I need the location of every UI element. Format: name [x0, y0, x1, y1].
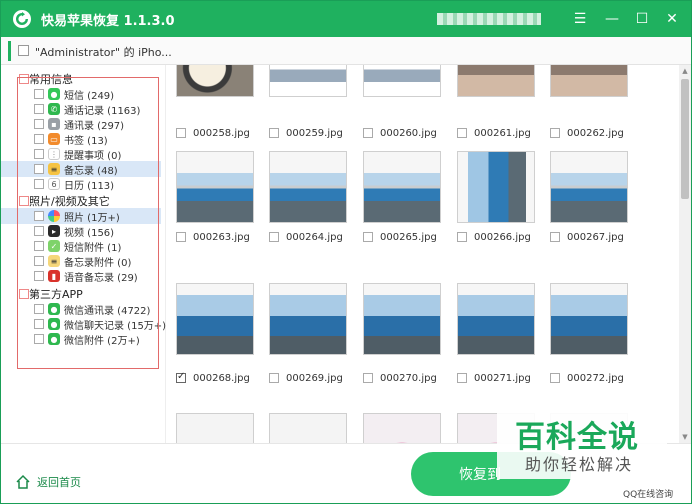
scroll-up-icon[interactable]: ▲	[679, 65, 691, 77]
maximize-button[interactable]: ☐	[631, 7, 653, 31]
photo-checkbox[interactable]	[363, 232, 373, 242]
photo-filename: 000266.jpg	[474, 231, 531, 243]
menu-button[interactable]: ☰	[569, 7, 591, 31]
photo-grid: 000258.jpg 000259.jpg 000260.jpg 000261.…	[167, 65, 679, 443]
photo-filename: 000263.jpg	[193, 231, 250, 243]
photo-thumbnail[interactable]	[363, 413, 441, 443]
photo-thumbnail[interactable]	[269, 283, 347, 355]
back-home-button[interactable]: 返回首页	[15, 474, 81, 490]
photo-filename: 000262.jpg	[567, 127, 624, 139]
photo-filename: 000272.jpg	[567, 372, 624, 384]
photo-thumbnail[interactable]	[457, 151, 535, 223]
photo-filename: 000270.jpg	[380, 372, 437, 384]
photo-thumbnail[interactable]	[176, 413, 254, 443]
app-logo-icon	[13, 10, 31, 28]
photo-thumbnail[interactable]	[550, 65, 628, 97]
device-name: "Administrator" 的 iPho...	[35, 46, 172, 59]
device-bar: "Administrator" 的 iPho...	[1, 37, 691, 65]
photo-checkbox[interactable]	[363, 128, 373, 138]
watermark: 百科全说 助你轻松解决	[497, 409, 667, 479]
photo-checkbox[interactable]	[269, 128, 279, 138]
photo-thumbnail[interactable]	[269, 65, 347, 97]
scroll-down-icon[interactable]: ▼	[679, 431, 691, 443]
photo-checkbox[interactable]	[457, 373, 467, 383]
photo-filename: 000269.jpg	[286, 372, 343, 384]
home-icon	[16, 474, 30, 489]
minimize-button[interactable]: —	[601, 7, 623, 31]
blurred-account-info	[437, 13, 541, 25]
app-window: 快易苹果恢复 1.1.3.0 ☰ — ☐ ✕ "Administrator" 的…	[0, 0, 692, 504]
device-accent	[8, 41, 11, 61]
photo-thumbnail[interactable]	[269, 151, 347, 223]
title-bar: 快易苹果恢复 1.1.3.0 ☰ — ☐ ✕	[1, 1, 691, 37]
photo-checkbox[interactable]	[176, 128, 186, 138]
vertical-scrollbar[interactable]: ▲ ▼	[679, 65, 691, 443]
photo-filename: 000259.jpg	[286, 127, 343, 139]
category-sidebar: 常用信息 ● 短信 (249) ✆ 通话记录 (1163) ▪ 通讯录 (297…	[1, 65, 166, 443]
back-home-label: 返回首页	[37, 476, 81, 489]
photo-filename: 000258.jpg	[193, 127, 250, 139]
photo-checkbox[interactable]	[457, 232, 467, 242]
photo-checkbox[interactable]	[269, 373, 279, 383]
qq-consult-label[interactable]: QQ在线咨询	[623, 487, 673, 500]
photo-thumbnail[interactable]	[269, 413, 347, 443]
photo-checkbox[interactable]	[363, 373, 373, 383]
photo-thumbnail[interactable]	[176, 283, 254, 355]
scroll-thumb[interactable]	[681, 79, 689, 199]
photo-filename: 000260.jpg	[380, 127, 437, 139]
photo-checkbox[interactable]	[176, 371, 186, 383]
highlight-box	[17, 77, 159, 369]
photo-filename: 000267.jpg	[567, 231, 624, 243]
photo-filename: 000264.jpg	[286, 231, 343, 243]
photo-filename: 000268.jpg	[193, 372, 250, 384]
photo-thumbnail[interactable]	[550, 283, 628, 355]
photo-checkbox[interactable]	[457, 128, 467, 138]
photo-thumbnail[interactable]	[176, 65, 254, 97]
photo-thumbnail[interactable]	[457, 65, 535, 97]
photo-checkbox[interactable]	[550, 373, 560, 383]
photo-checkbox[interactable]	[269, 232, 279, 242]
photo-checkbox[interactable]	[176, 232, 186, 242]
photo-thumbnail[interactable]	[176, 151, 254, 223]
watermark-subtitle: 助你轻松解决	[525, 455, 634, 474]
photo-filename: 000271.jpg	[474, 372, 531, 384]
photo-thumbnail[interactable]	[457, 283, 535, 355]
photo-filename: 000261.jpg	[474, 127, 531, 139]
app-title: 快易苹果恢复 1.1.3.0	[41, 13, 175, 29]
device-checkbox[interactable]	[18, 45, 29, 56]
photo-thumbnail[interactable]	[363, 151, 441, 223]
photo-checkbox[interactable]	[550, 232, 560, 242]
photo-checkbox[interactable]	[550, 128, 560, 138]
photo-thumbnail[interactable]	[363, 65, 441, 97]
photo-thumbnail[interactable]	[363, 283, 441, 355]
photo-filename: 000265.jpg	[380, 231, 437, 243]
close-button[interactable]: ✕	[661, 7, 683, 31]
photo-thumbnail[interactable]	[550, 151, 628, 223]
watermark-title: 百科全说	[515, 420, 639, 455]
